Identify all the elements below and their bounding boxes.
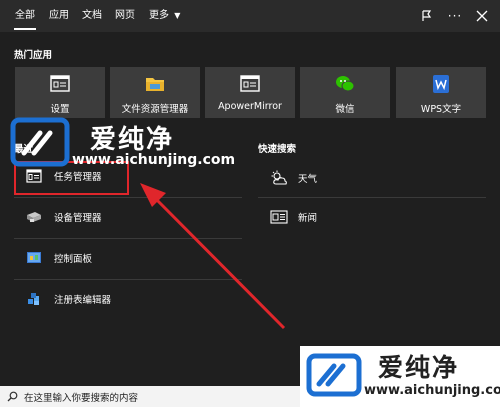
watermark-brand: 爱纯净 — [378, 353, 460, 382]
brand-logo-icon — [10, 117, 70, 167]
watermark-brand: 爱纯净 — [90, 125, 175, 155]
watermark-url: www.aichunjing.com — [364, 383, 500, 398]
watermark-logo-top: 爱纯净 www.aichunjing.com — [10, 117, 235, 173]
brand-logo-icon — [306, 353, 362, 397]
watermark-logo-bottom: 爱纯净 www.aichunjing.com — [300, 346, 500, 407]
watermark-url: www.aichunjing.com — [72, 152, 236, 168]
